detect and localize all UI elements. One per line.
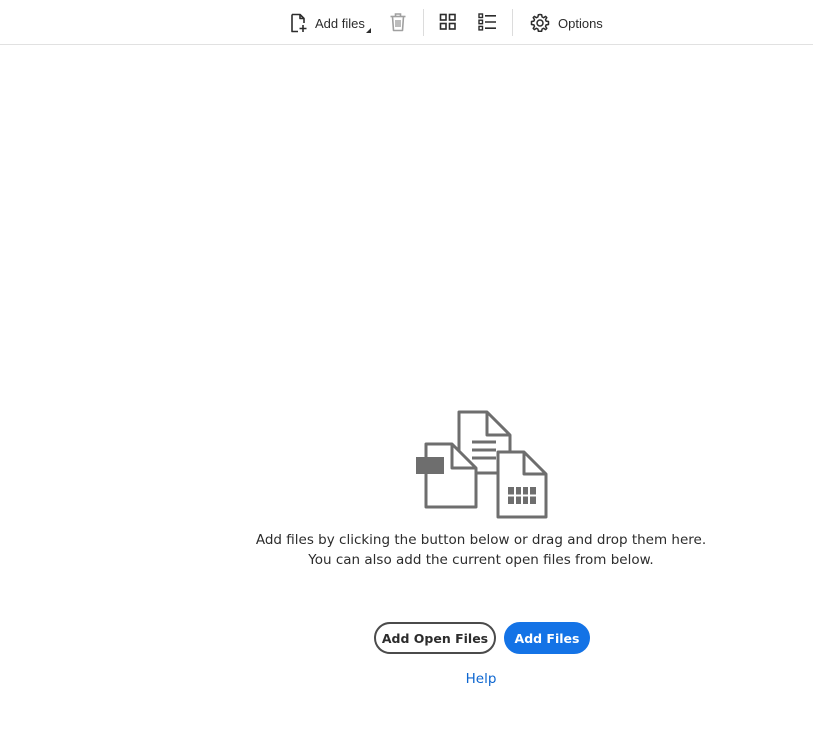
toolbar: Add files Options [0,0,813,45]
add-files-toolbar-button[interactable]: Add files [290,12,371,34]
dropdown-caret-icon[interactable] [366,28,371,33]
add-open-files-button[interactable]: Add Open Files [374,622,496,654]
options-label: Options [558,15,603,31]
files-illustration [412,408,552,522]
toolbar-divider [423,9,424,36]
add-file-icon [291,13,307,33]
gear-icon [530,13,550,33]
add-files-button[interactable]: Add Files [504,622,590,654]
delete-button[interactable] [389,12,407,32]
empty-state-instruction: Add files by clicking the button below o… [255,532,707,548]
list-view-icon [478,13,496,31]
grid-view-button[interactable] [439,13,457,31]
add-files-toolbar-label: Add files [315,15,365,31]
grid-view-icon [439,13,456,30]
toolbar-divider [512,9,513,36]
options-button[interactable]: Options [530,12,603,34]
help-link[interactable]: Help [440,671,522,687]
trash-icon [390,13,406,32]
list-view-button[interactable] [478,13,497,31]
empty-state-subtext: You can also add the current open files … [308,552,654,568]
